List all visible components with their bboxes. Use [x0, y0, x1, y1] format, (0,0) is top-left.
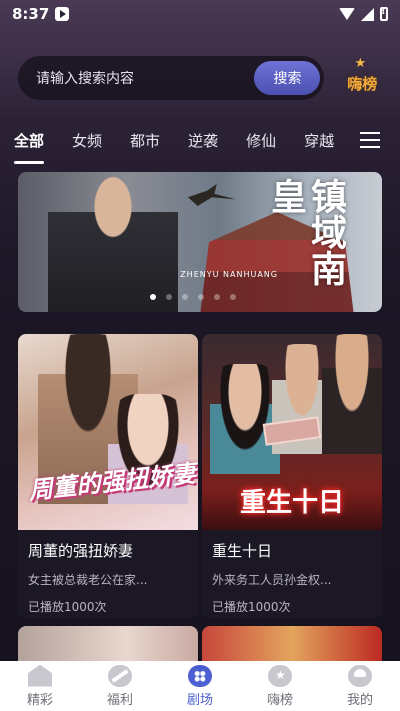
drama-title: 重生十日	[212, 542, 273, 560]
tab-xianxia[interactable]: 修仙	[246, 130, 276, 151]
bottom-navigation: 精彩 福利 剧场 嗨榜 我的	[0, 661, 400, 711]
nav-label: 福利	[106, 692, 133, 708]
wifi-icon	[339, 8, 355, 20]
status-time: 8:37	[12, 5, 50, 23]
drama-poster: 周董的强扭娇妻	[18, 334, 198, 530]
poster-figure	[322, 334, 382, 454]
search-button[interactable]: 搜索	[254, 61, 321, 95]
drama-info: 重生十日 外来务工人员孙金权... 已播放1000次	[202, 530, 382, 615]
signal-icon	[361, 7, 374, 21]
search-placeholder: 请输入搜索内容	[36, 71, 134, 87]
home-icon	[28, 664, 52, 687]
pagination-dot[interactable]	[150, 294, 156, 300]
drama-card[interactable]	[202, 626, 382, 666]
play-count: 已播放1000次	[28, 600, 107, 614]
theater-icon	[188, 664, 212, 687]
banner-subtitle: ZHENYU NANHUANG	[180, 270, 278, 279]
nav-item-profile[interactable]: 我的	[320, 664, 400, 708]
medal-icon	[268, 664, 292, 687]
drama-card[interactable]: 周董的强扭娇妻 周董的强扭娇妻 女主被总裁老公在家... 已播放1000次	[18, 334, 198, 618]
drama-description: 外来务工人员孙金权...	[212, 573, 332, 587]
nav-item-welfare[interactable]: 福利	[80, 664, 160, 708]
profile-icon	[348, 664, 372, 687]
search-row: 请输入搜索内容 搜索 ★ 嗨榜	[18, 55, 382, 101]
battery-icon	[380, 6, 388, 21]
nav-item-rank[interactable]: 嗨榜	[240, 664, 320, 708]
pagination-dot[interactable]	[166, 294, 172, 300]
hot-rank-label: 嗨榜	[347, 74, 378, 93]
nav-label: 剧场	[186, 692, 213, 708]
nav-label: 嗨榜	[266, 692, 293, 708]
tab-all[interactable]: 全部	[14, 130, 45, 164]
poster-title-art: 重生十日	[239, 488, 344, 518]
gift-icon	[108, 664, 132, 687]
drama-info: 周董的强扭娇妻 女主被总裁老公在家... 已播放1000次	[18, 530, 198, 615]
drama-poster: 重生十日	[202, 334, 382, 530]
nav-item-highlights[interactable]: 精彩	[0, 664, 80, 708]
tab-urban[interactable]: 都市	[130, 130, 160, 151]
tab-comeback[interactable]: 逆袭	[188, 130, 218, 151]
star-icon: ★	[354, 56, 367, 71]
nav-item-theater[interactable]: 剧场	[160, 664, 240, 708]
drama-card[interactable]: 重生十日 重生十日 外来务工人员孙金权... 已播放1000次	[202, 334, 382, 618]
status-icons	[339, 6, 388, 21]
status-bar: 8:37	[0, 0, 400, 28]
tab-time-travel[interactable]: 穿越	[304, 130, 334, 151]
play-count: 已播放1000次	[212, 600, 291, 614]
banner-pagination	[150, 294, 236, 300]
nav-label: 精彩	[26, 692, 53, 708]
banner-title: 镇域南皇	[265, 178, 347, 286]
drama-title: 周董的强扭娇妻	[28, 542, 134, 560]
pagination-dot[interactable]	[182, 294, 188, 300]
tab-female[interactable]: 女频	[72, 130, 102, 151]
play-notification-icon	[55, 7, 70, 21]
drama-grid: 周董的强扭娇妻 周董的强扭娇妻 女主被总裁老公在家... 已播放1000次 重生…	[18, 334, 382, 618]
pagination-dot[interactable]	[230, 294, 236, 300]
banner-character-image	[48, 172, 178, 312]
menu-icon[interactable]	[360, 132, 380, 148]
category-tabs: 全部 女频 都市 逆袭 修仙 穿越	[0, 120, 400, 164]
hot-rank-button[interactable]: ★ 嗨榜	[342, 56, 382, 98]
nav-label: 我的	[346, 692, 373, 708]
eagle-image	[188, 184, 236, 206]
pagination-dot[interactable]	[214, 294, 220, 300]
featured-banner[interactable]: 镇域南皇 ZHENYU NANHUANG	[18, 172, 382, 312]
drama-card[interactable]	[18, 626, 198, 666]
poster-figure	[210, 364, 280, 474]
drama-description: 女主被总裁老公在家...	[28, 573, 148, 587]
drama-grid-next-row	[18, 626, 382, 666]
search-input[interactable]: 请输入搜索内容 搜索	[18, 56, 325, 100]
pagination-dot[interactable]	[198, 294, 204, 300]
